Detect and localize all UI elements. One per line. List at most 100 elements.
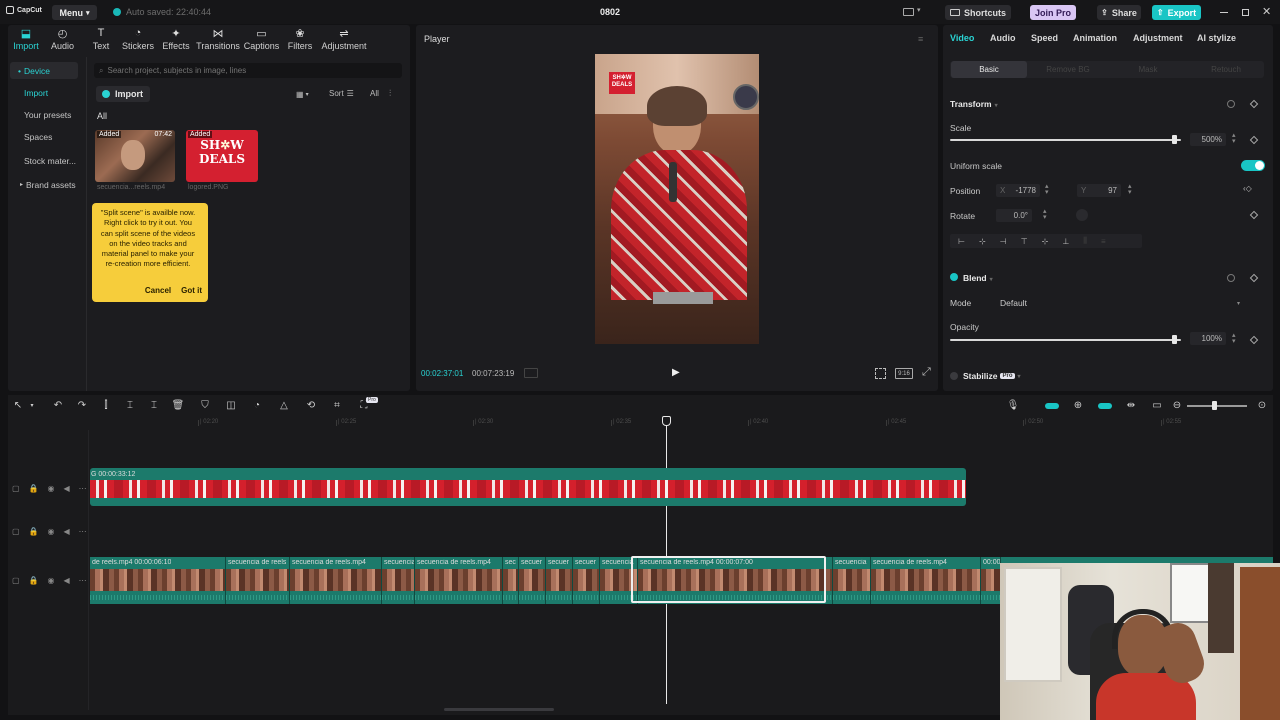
eye-icon[interactable]: ◉ (48, 576, 55, 585)
tooltip-cancel-button[interactable]: Cancel (145, 286, 171, 295)
more-icon[interactable]: ⋯ (79, 527, 87, 536)
sort-button[interactable]: Sort ☰ (329, 89, 354, 98)
split-icon[interactable]: ⫿ (100, 400, 112, 411)
split-left-icon[interactable]: ⌶ (124, 400, 136, 411)
sidebar-item-presets[interactable]: Your presets (10, 106, 78, 123)
select-tool-icon[interactable]: ↖ (12, 400, 24, 411)
main-track-clip[interactable]: secuencia de reels.mp4 (871, 557, 981, 604)
distribute-h-icon[interactable]: ⫼ (1083, 236, 1087, 246)
split-right-icon[interactable]: ⌶ (148, 400, 160, 411)
x-stepper-icon[interactable]: ▴ ▾ (1045, 183, 1049, 196)
toolbar-captions[interactable]: ▭ Captions (243, 27, 280, 53)
zoom-slider-knob[interactable] (1212, 401, 1217, 410)
close-icon[interactable]: ✕ (1262, 5, 1271, 18)
more-icon[interactable]: ⋯ (79, 484, 87, 493)
opacity-value[interactable]: 100% (1190, 332, 1226, 345)
share-button[interactable]: ⇪ Share (1097, 5, 1141, 20)
subtab-retouch[interactable]: Retouch (1188, 61, 1264, 78)
freeze-icon[interactable]: ◫ (225, 400, 237, 411)
rotate-stepper-icon[interactable]: ▴ ▾ (1043, 208, 1047, 221)
export-button[interactable]: ⇧ Export (1152, 5, 1201, 20)
eye-icon[interactable]: ◉ (48, 527, 55, 536)
reverse-icon[interactable]: ◔ (251, 400, 263, 411)
player-menu-icon[interactable]: ≡ (918, 34, 923, 44)
redo-icon[interactable]: ↷ (76, 400, 88, 411)
sidebar-item-stock[interactable]: Stock mater... (10, 152, 78, 169)
search-box[interactable]: ⌕ (94, 63, 402, 78)
align-right-icon[interactable]: ⊣ (1000, 237, 1007, 246)
scale-stepper-icon[interactable]: ▴ ▾ (1232, 132, 1236, 145)
maximize-icon[interactable] (1242, 9, 1249, 16)
subtab-remove-bg[interactable]: Remove BG (1030, 61, 1106, 78)
opacity-stepper-icon[interactable]: ▴ ▾ (1232, 332, 1236, 345)
playhead-handle[interactable] (662, 416, 671, 426)
aspect-ratio-button[interactable]: 9:16 (895, 368, 913, 379)
toolbar-stickers[interactable]: ◔ Stickers (117, 27, 159, 53)
layout-dropdown-icon[interactable]: ▾ (917, 6, 921, 14)
tab-speed[interactable]: Speed (1031, 33, 1058, 43)
shortcuts-button[interactable]: Shortcuts (945, 5, 1011, 20)
main-track-clip[interactable]: secuer (573, 557, 600, 604)
track-cover-icon[interactable]: ▢ (12, 527, 20, 536)
video-preview[interactable]: SH✲W DEALS (595, 54, 759, 344)
sidebar-item-brand[interactable]: ▸ Brand assets (10, 176, 78, 193)
search-input[interactable] (107, 66, 388, 75)
zoom-fit-icon[interactable]: ⊙ (1256, 400, 1268, 411)
align-bottom-icon[interactable]: ⊥ (1062, 237, 1069, 246)
track-cover-icon[interactable]: ▢ (12, 484, 20, 493)
mute-icon[interactable]: ◀ (64, 484, 70, 493)
toolbar-effects[interactable]: ✦ Effects (159, 27, 193, 53)
lock-icon[interactable]: 🔒 (29, 484, 39, 493)
minimize-icon[interactable] (1220, 12, 1228, 13)
stabilize-checkbox[interactable] (950, 372, 958, 380)
main-track-clip[interactable]: secuencia de reels.mp4 (290, 557, 382, 604)
select-dropdown-icon[interactable]: ▾ (26, 400, 38, 411)
lock-icon[interactable]: 🔒 (29, 527, 39, 536)
subtab-mask[interactable]: Mask (1110, 61, 1186, 78)
media-thumb-image[interactable]: SH✲W DEALS Added (186, 130, 258, 182)
tab-adjustment[interactable]: Adjustment (1133, 33, 1183, 43)
align-center-h-icon[interactable]: ⊹ (979, 237, 986, 246)
main-track-clip[interactable]: secuencia de reels.mp4 (415, 557, 503, 604)
play-button[interactable]: ▶ (672, 367, 680, 378)
zoom-slider[interactable] (1187, 405, 1247, 407)
mute-icon[interactable]: ◀ (64, 527, 70, 536)
timeline-view-icon[interactable] (524, 368, 538, 378)
fullscreen-icon[interactable]: ⤢ (922, 366, 931, 379)
rotate-dial-icon[interactable] (1076, 209, 1088, 221)
lock-icon[interactable]: 🔒 (29, 576, 39, 585)
layout-icon[interactable] (903, 8, 914, 16)
opacity-slider-knob[interactable] (1172, 335, 1177, 344)
position-y-input[interactable]: Y 97 (1077, 184, 1121, 197)
menu-button[interactable]: Menu ▾ (52, 5, 97, 20)
import-button[interactable]: Import (96, 86, 150, 102)
main-track-clip[interactable]: secuer (519, 557, 546, 604)
tooltip-gotit-button[interactable]: Got it (181, 286, 202, 295)
overlay-clip[interactable]: G 00:00:33:12 (90, 468, 966, 506)
project-title[interactable]: 0802 (590, 7, 630, 17)
toolbar-import[interactable]: ⬓ Import (12, 27, 40, 53)
crop-icon[interactable]: ⌗ (331, 400, 343, 411)
sidebar-item-import[interactable]: Import (10, 84, 78, 101)
filter-all-button[interactable]: All (370, 89, 379, 98)
view-toggle[interactable]: ▦ ▾ (296, 87, 320, 101)
caption-icon[interactable]: ▭ (1151, 400, 1163, 411)
align-top-icon[interactable]: ⊤ (1021, 237, 1028, 246)
main-track-clip[interactable]: sec (503, 557, 519, 604)
tab-video[interactable]: Video (950, 33, 974, 43)
main-track-clip[interactable]: secuencia (382, 557, 415, 604)
tab-audio[interactable]: Audio (990, 33, 1016, 43)
media-thumb-video[interactable]: Added 07:42 (95, 130, 175, 182)
join-pro-button[interactable]: Join Pro (1030, 5, 1076, 20)
undo-icon[interactable]: ↶ (52, 400, 64, 411)
subtab-basic[interactable]: Basic (951, 61, 1027, 78)
main-track-clip[interactable]: secuer (546, 557, 573, 604)
mode-select[interactable]: Default ▾ (996, 296, 1244, 310)
main-track-clip[interactable]: secuencia (833, 557, 871, 604)
align-center-v-icon[interactable]: ⊹ (1042, 237, 1049, 246)
magnet-icon[interactable]: ⊕ (1072, 400, 1084, 411)
mirror-icon[interactable]: △ (278, 400, 290, 411)
toolbar-adjustment[interactable]: ⇌ Adjustment (320, 27, 368, 53)
blend-checkbox[interactable] (950, 273, 958, 281)
timeline-scrollbar[interactable] (444, 708, 554, 711)
